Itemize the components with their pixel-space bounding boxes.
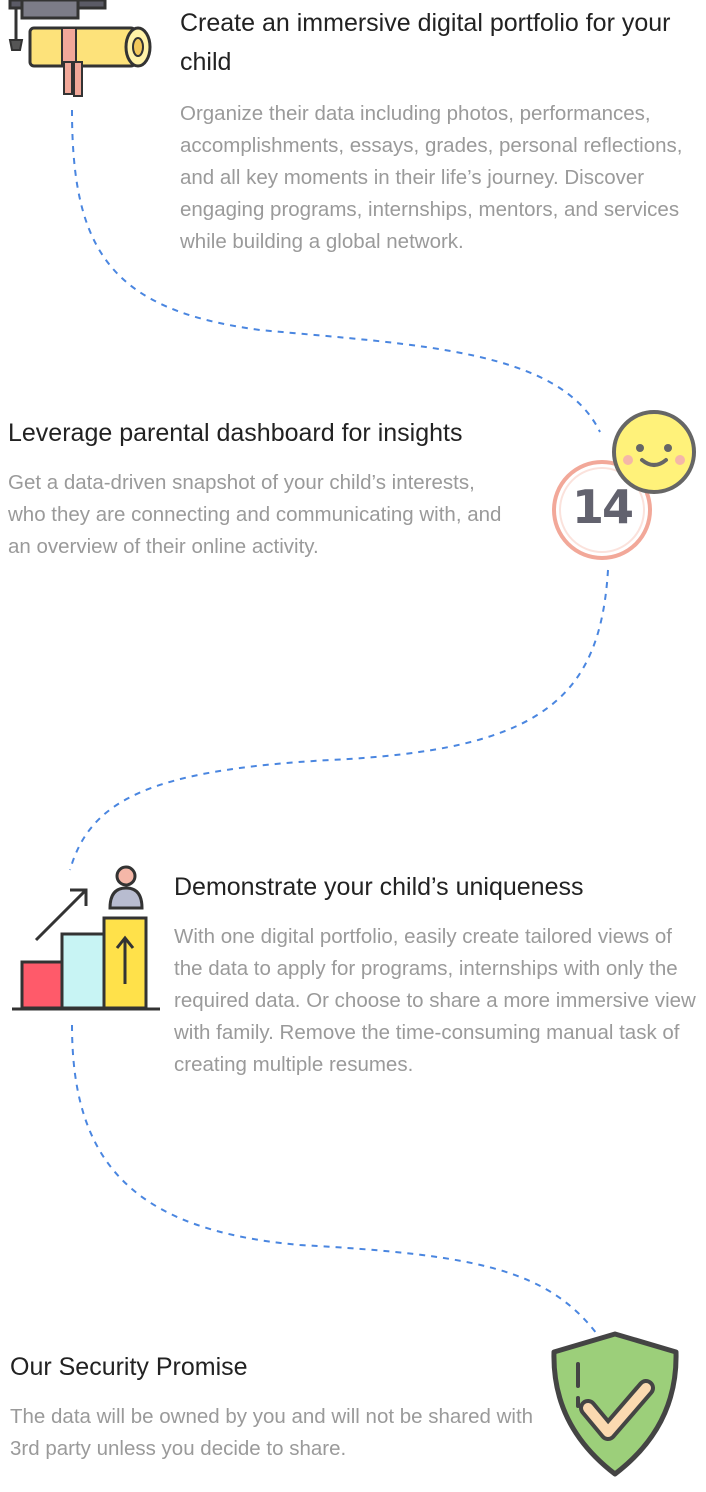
- growth-chart-person-icon: [10, 862, 162, 1014]
- feature-title: Our Security Promise: [10, 1353, 248, 1381]
- feature-security: Our Security Promise The data will be ow…: [10, 1348, 550, 1465]
- feature-title: Demonstrate your child’s uniqueness: [174, 873, 584, 901]
- smiley-age-badge-icon: 14: [548, 408, 702, 568]
- feature-description: Get a data-driven snapshot of your child…: [8, 471, 502, 558]
- feature-description: With one digital portfolio, easily creat…: [174, 925, 696, 1076]
- feature-description: The data will be owned by you and will n…: [10, 1405, 534, 1460]
- graduation-diploma-icon: [0, 0, 160, 100]
- feature-dashboard: Leverage parental dashboard for insights…: [8, 414, 518, 563]
- feature-uniqueness: Demonstrate your child’s uniqueness With…: [174, 868, 702, 1081]
- feature-title: Create an immersive digital portfolio fo…: [180, 9, 671, 76]
- feature-description: Organize their data including photos, pe…: [180, 102, 683, 253]
- security-shield-check-icon: [548, 1330, 682, 1480]
- age-badge-number: 14: [571, 480, 634, 534]
- feature-portfolio: Create an immersive digital portfolio fo…: [180, 4, 702, 258]
- feature-title: Leverage parental dashboard for insights: [8, 419, 463, 447]
